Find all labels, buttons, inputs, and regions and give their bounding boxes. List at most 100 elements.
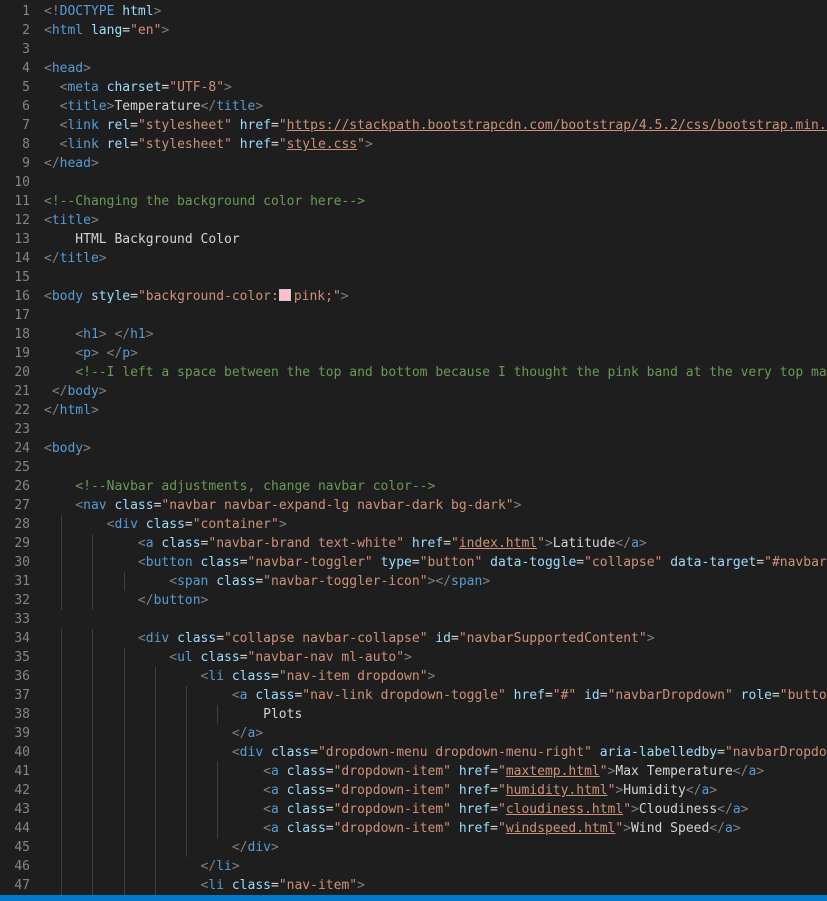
token-str: " <box>599 764 608 779</box>
code-text: <li class="nav-item dropdown"> <box>44 667 436 686</box>
code-line[interactable]: 16 <body style="background-color: pink;"> <box>0 287 827 306</box>
code-text: <span class="navbar-toggler-icon"></span… <box>44 572 490 591</box>
token-punc: > <box>709 783 718 798</box>
code-line[interactable]: 27 <nav class="navbar navbar-expand-lg n… <box>0 496 827 515</box>
code-line[interactable]: 5 <meta charset="UTF-8"> <box>0 78 827 97</box>
token-attr: class <box>286 821 326 836</box>
code-text: <link rel="stylesheet" href="https://sta… <box>44 116 827 135</box>
token-url[interactable]: index.html <box>459 536 537 551</box>
token-punc: > <box>224 80 232 95</box>
token-txt: = <box>325 783 334 798</box>
code-line[interactable]: 4 <head> <box>0 59 827 78</box>
code-line[interactable]: 1 <!DOCTYPE html> <box>0 2 827 21</box>
code-line[interactable]: 11 <!--Changing the background color here… <box>0 192 827 211</box>
token-tag: span <box>451 574 483 589</box>
code-line[interactable]: 13 HTML Background Color <box>0 230 827 249</box>
code-line[interactable]: 46 </li> <box>0 857 827 876</box>
line-number: 8 <box>22 137 30 152</box>
line-number: 45 <box>14 840 30 855</box>
code-line[interactable]: 23 <box>0 420 827 439</box>
token-url[interactable]: windspeed.html <box>506 821 616 836</box>
line-number: 31 <box>14 574 30 589</box>
code-line[interactable]: 22 </html> <box>0 401 827 420</box>
token-tag: a <box>270 821 279 836</box>
code-line[interactable]: 45 </div> <box>0 838 827 857</box>
code-line[interactable]: 24 <body> <box>0 439 827 458</box>
token-punc: < <box>263 802 271 817</box>
code-line[interactable]: 43 <a class="dropdown-item" href="cloudi… <box>0 800 827 819</box>
code-line[interactable]: 12 <title> <box>0 211 827 230</box>
code-editor[interactable]: 1 <!DOCTYPE html> 2 <html lang="en"> 3 4 <head… <box>0 0 827 895</box>
code-line[interactable]: 47 <li class="nav-item"> <box>0 876 827 895</box>
code-line[interactable]: 35 <ul class="navbar-nav ml-auto"> <box>0 648 827 667</box>
color-swatch[interactable] <box>278 289 291 301</box>
token-url[interactable]: https://stackpath.bootstrapcdn.com/boots… <box>287 118 827 133</box>
code-line[interactable]: 44 <a class="dropdown-item" href="windsp… <box>0 819 827 838</box>
token-punc: > <box>638 536 647 551</box>
code-line[interactable]: 37 <a class = "nav-link dropdown-toggle" h… <box>0 686 827 705</box>
code-line[interactable]: 25 <box>0 458 827 477</box>
code-line[interactable]: 20 <!--I left a space between the top an… <box>0 363 827 382</box>
code-line[interactable]: 33 <box>0 610 827 629</box>
code-line[interactable]: 40 <div class="dropdown-menu dropdown-me… <box>0 743 827 762</box>
code-line[interactable]: 2 <html lang="en"> <box>0 21 827 40</box>
token-url[interactable]: maxtemp.html <box>506 764 600 779</box>
code-text: <a class="dropdown-item" href="humidity.… <box>44 781 717 800</box>
token-str: " <box>278 118 287 133</box>
code-line[interactable]: 34 <div class="collapse navbar-collapse"… <box>0 629 827 648</box>
code-line[interactable]: 32 </button> <box>0 591 827 610</box>
token-url[interactable]: cloudiness.html <box>506 802 623 817</box>
token-attr: data-toggle <box>490 555 577 570</box>
token-str: " <box>497 821 506 836</box>
token-str: "navbar navbar-expand-lg navbar-dark bg-… <box>161 498 514 513</box>
code-line[interactable]: 42 <a class="dropdown-item" href="humidi… <box>0 781 827 800</box>
token-punc: < <box>263 764 271 779</box>
code-line[interactable]: 3 <box>0 40 827 59</box>
token-punc: > <box>623 821 632 836</box>
token-url[interactable]: style.css <box>287 137 357 152</box>
code-line[interactable]: 18 <h1> </h1> <box>0 325 827 344</box>
token-punc: > <box>482 574 491 589</box>
token-tag: a <box>145 536 154 551</box>
code-line[interactable]: 38 Plots <box>0 705 827 724</box>
token-url[interactable]: humidity.html <box>506 783 608 798</box>
token-str: "#" <box>552 688 577 703</box>
token-attr: class <box>216 574 256 589</box>
code-line[interactable]: 6 <title>Temperature</title> <box>0 97 827 116</box>
code-line[interactable]: 26 <!--Navbar adjustments, change navbar… <box>0 477 827 496</box>
code-text: </title> <box>44 249 107 268</box>
token-attr: class <box>145 517 185 532</box>
code-line[interactable]: 15 <box>0 268 827 287</box>
code-text: <title> <box>44 211 99 230</box>
code-line[interactable]: 9 </head> <box>0 154 827 173</box>
code-line[interactable]: 30 <button class="navbar-toggler" type="… <box>0 553 827 572</box>
token-str: " <box>451 536 459 551</box>
code-line[interactable]: 36 <li class="nav-item dropdown"> <box>0 667 827 686</box>
code-text: <ul class="navbar-nav ml-auto"> <box>44 648 412 667</box>
code-line[interactable]: 7 <link rel="stylesheet" href="https://s… <box>0 116 827 135</box>
code-line[interactable]: 14 </title> <box>0 249 827 268</box>
code-line[interactable]: 8 <link rel="stylesheet" href="style.css… <box>0 135 827 154</box>
token-punc: > <box>340 289 349 304</box>
token-attr: href <box>458 783 491 798</box>
code-line[interactable]: 21 </body> <box>0 382 827 401</box>
token-txt: = <box>239 650 248 665</box>
line-number: 22 <box>14 403 30 418</box>
code-line[interactable]: 17 <box>0 306 827 325</box>
code-line[interactable]: 39 </a> <box>0 724 827 743</box>
code-line[interactable]: 29 <a class="navbar-brand text-white" hr… <box>0 534 827 553</box>
code-text: </head> <box>44 154 99 173</box>
token-attr: charset <box>106 80 162 95</box>
line-number: 43 <box>14 802 30 817</box>
code-line[interactable]: 28 <div class="container"> <box>0 515 827 534</box>
token-punc: > <box>631 802 639 817</box>
code-line[interactable]: 41 <a class="dropdown-item" href="maxtem… <box>0 762 827 781</box>
code-line[interactable]: 31 <span class="navbar-toggler-icon"></s… <box>0 572 827 591</box>
code-line[interactable]: 19 <p> </p> <box>0 344 827 363</box>
code-line[interactable]: 10 <box>0 173 827 192</box>
